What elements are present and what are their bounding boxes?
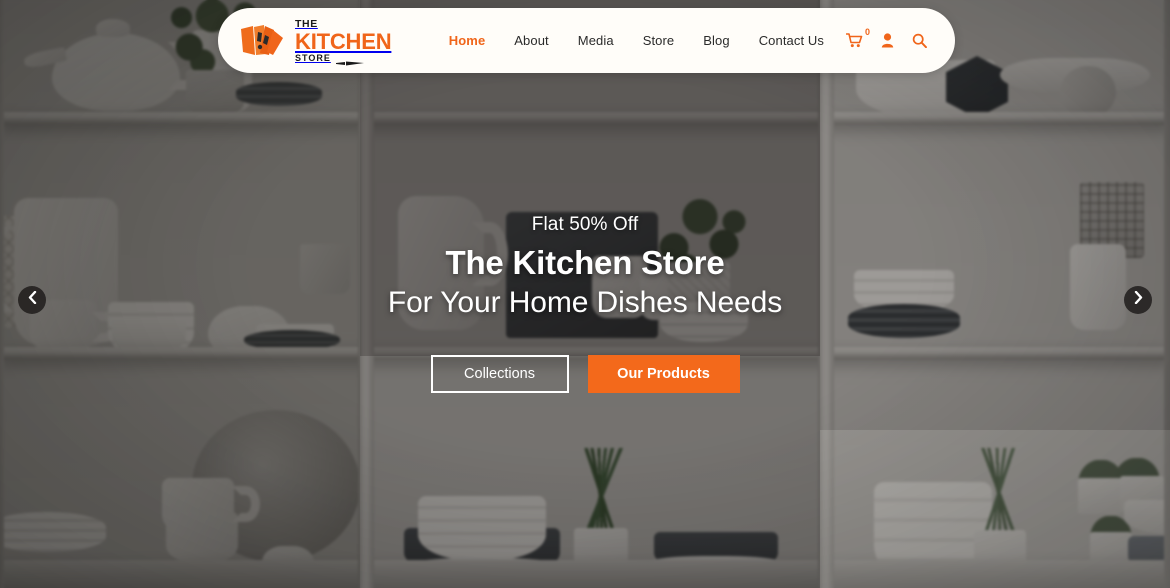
nav-item-store[interactable]: Store xyxy=(643,33,675,48)
logo-store-text: STORE xyxy=(295,52,331,63)
search-icon[interactable] xyxy=(912,33,927,48)
user-icon[interactable] xyxy=(881,33,894,48)
carousel-prev-button[interactable] xyxy=(18,286,46,314)
logo-kitchen-text: KITCHEN xyxy=(295,28,392,54)
knife-icon xyxy=(335,55,366,66)
our-products-button[interactable]: Our Products xyxy=(587,354,740,393)
hero-content: Flat 50% Off The Kitchen Store For Your … xyxy=(0,214,1170,393)
nav-item-blog[interactable]: Blog xyxy=(703,33,729,48)
fan-knives-icon xyxy=(240,24,286,58)
logo-link[interactable]: THE KITCHEN STORE xyxy=(240,18,392,66)
nav-item-media[interactable]: Media xyxy=(578,33,614,48)
chevron-right-icon xyxy=(1134,290,1143,309)
cart-count-badge: 0 xyxy=(864,27,870,37)
chevron-left-icon xyxy=(28,290,37,309)
logo-wordmark: THE KITCHEN STORE xyxy=(295,18,392,66)
site-header: THE KITCHEN STORE Home About Media Store xyxy=(218,8,955,73)
collections-button[interactable]: Collections xyxy=(430,354,569,393)
nav-item-contact-us[interactable]: Contact Us xyxy=(759,33,824,48)
hero-kicker: Flat 50% Off xyxy=(531,214,639,235)
main-navigation: Home About Media Store Blog Contact Us xyxy=(449,33,824,48)
nav-item-home[interactable]: Home xyxy=(449,33,486,48)
hero-title: The Kitchen Store xyxy=(445,244,725,281)
carousel-next-button[interactable] xyxy=(1124,286,1152,314)
nav-item-about[interactable]: About xyxy=(514,33,548,48)
hero-subtitle: For Your Home Dishes Needs xyxy=(387,285,783,319)
header-icon-group: 0 xyxy=(846,27,927,48)
page-root: THE KITCHEN STORE Home About Media Store xyxy=(0,0,1170,588)
cart-icon[interactable]: 0 xyxy=(846,27,870,48)
hero-cta-group: Collections Our Products xyxy=(0,354,1170,393)
logo-store-row: STORE xyxy=(295,52,391,66)
